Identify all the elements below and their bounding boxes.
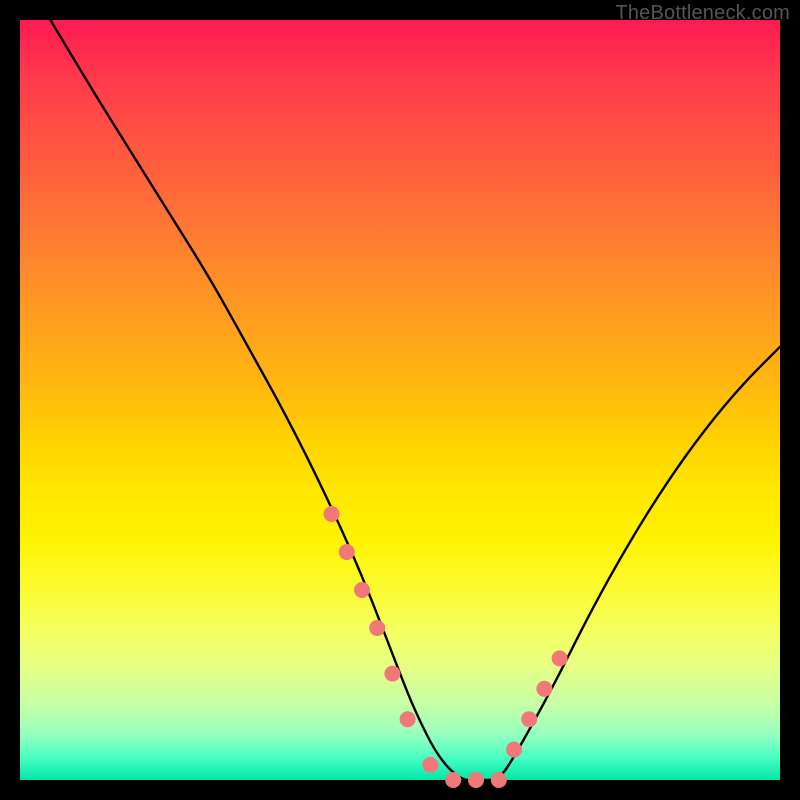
highlight-point	[468, 772, 484, 788]
highlight-point	[422, 757, 438, 773]
highlight-point	[552, 650, 568, 666]
highlight-point	[506, 742, 522, 758]
curve-layer	[20, 20, 780, 780]
bottleneck-curve	[50, 20, 780, 780]
highlight-point	[384, 666, 400, 682]
highlight-point	[521, 711, 537, 727]
highlight-point	[369, 620, 385, 636]
highlight-point	[324, 506, 340, 522]
highlight-point	[536, 681, 552, 697]
highlight-point	[339, 544, 355, 560]
highlight-point	[400, 711, 416, 727]
highlight-point	[491, 772, 507, 788]
plot-area	[20, 20, 780, 780]
chart-frame: TheBottleneck.com	[0, 0, 800, 800]
highlight-point	[354, 582, 370, 598]
highlight-point	[445, 772, 461, 788]
highlight-markers	[324, 506, 568, 788]
